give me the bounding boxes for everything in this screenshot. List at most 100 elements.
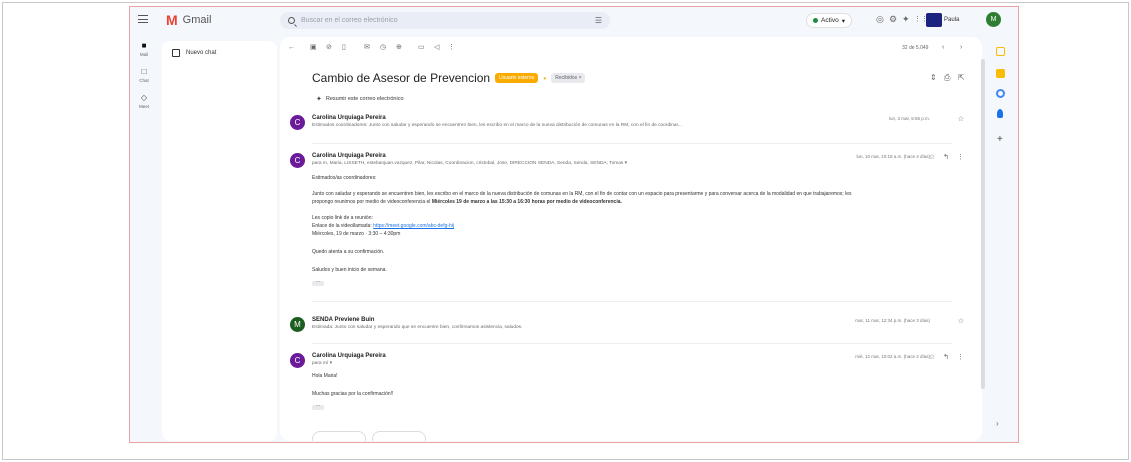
message-expanded: C Carolina Urquiaga Pereira para m, Mari… — [290, 153, 970, 295]
meeting-link-row: Enlace de la videollamada: https://meet.… — [312, 223, 454, 229]
sender-avatar: C — [290, 115, 305, 130]
report-spam-icon[interactable]: ⊘ — [326, 44, 332, 52]
message-snippet: Estimada: Junto con saludar y esperando … — [312, 325, 523, 330]
thread-toolbar: ← ▣ ⊘ ▯ ✉ ◷ ⊕ ▭ ◁ ⋮ 32 de 5.049 ‹ › — [280, 37, 982, 59]
thread-panel: ← ▣ ⊘ ▯ ✉ ◷ ⊕ ▭ ◁ ⋮ 32 de 5.049 ‹ › Camb… — [280, 37, 982, 441]
account-avatar[interactable]: M — [986, 12, 1001, 27]
star-icon[interactable]: ☆ — [958, 115, 964, 123]
settings-gear-icon[interactable]: ⚙ — [889, 15, 897, 24]
gmail-logo-mark: M — [166, 12, 178, 28]
move-to-icon[interactable]: ▭ — [418, 44, 425, 52]
message-recipients[interactable]: para mí ▾ — [312, 361, 332, 366]
new-chat-button[interactable]: Nuevo chat — [172, 49, 216, 57]
print-icon[interactable]: ⎙ — [944, 73, 950, 83]
prev-thread-icon[interactable]: ‹ — [942, 44, 944, 52]
body-closing-2: Saludos y buen inicio de semana. — [312, 267, 387, 273]
account-name: Paula — [944, 17, 960, 23]
message-actions: ☆ ↰ ⋮ — [929, 353, 964, 361]
message-collapsed[interactable]: M SENDA Previene Buin Estimada: Junto co… — [290, 317, 970, 337]
gmail-window: M Gmail Buscar en el correo electrónico … — [129, 6, 1019, 443]
rail-item-mail[interactable]: ■ Mail — [130, 41, 158, 67]
expand-panel-icon[interactable]: › — [996, 419, 999, 428]
more-vert-icon[interactable]: ⋮ — [957, 353, 964, 361]
star-icon[interactable]: ☆ — [929, 153, 935, 161]
main-menu-icon[interactable] — [138, 15, 148, 23]
contacts-icon[interactable] — [997, 109, 1003, 118]
top-bar: M Gmail Buscar en el correo electrónico … — [130, 7, 1018, 33]
next-thread-icon[interactable]: › — [960, 44, 962, 52]
show-trimmed-button[interactable]: ··· — [312, 404, 324, 410]
keep-icon[interactable] — [996, 69, 1005, 78]
expand-all-icon[interactable]: ⇕ — [930, 73, 937, 82]
chat-sidebar: Nuevo chat — [162, 41, 277, 441]
new-chat-icon — [172, 49, 180, 57]
back-arrow-icon[interactable]: ← — [288, 44, 295, 52]
sender-avatar: C — [290, 153, 305, 168]
message-actions: ☆ ↰ ⋮ — [929, 153, 964, 161]
search-input[interactable]: Buscar en el correo electrónico — [301, 17, 589, 24]
meet-icon: ◇ — [140, 93, 148, 102]
chat-icon: □ — [141, 67, 147, 76]
star-icon[interactable]: ☆ — [929, 353, 935, 361]
thread-position: 32 de 5.049 — [902, 45, 929, 51]
label-inbox[interactable]: Recibidos × — [551, 73, 586, 83]
help-icon[interactable]: ◎ — [876, 15, 884, 24]
message-date: mié, 12 mar, 10:02 a.m. (hace 2 días) — [855, 354, 930, 359]
snooze-icon[interactable]: ◷ — [380, 44, 386, 52]
rail-item-meet[interactable]: ◇ Meet — [130, 93, 158, 119]
label-separator-icon: • — [543, 73, 547, 83]
archive-icon[interactable]: ▣ — [310, 44, 317, 52]
search-options-icon[interactable]: ☰ — [595, 16, 602, 25]
body-meeting-date: Miércoles 19 de marzo a las 15:30 a 16:3… — [431, 199, 622, 205]
more-options-icon[interactable]: ⋮ — [448, 44, 455, 52]
reply-button[interactable] — [312, 431, 366, 441]
mark-unread-icon[interactable]: ✉ — [364, 44, 370, 52]
label-external-user[interactable]: Usuario externo — [495, 73, 539, 83]
status-label: Activo — [821, 17, 839, 24]
show-trimmed-button[interactable]: ··· — [312, 280, 324, 286]
sender-name: SENDA Previene Buin — [312, 317, 375, 323]
star-icon[interactable]: ☆ — [958, 317, 964, 325]
org-logo-icon — [926, 13, 942, 27]
sender-avatar: M — [290, 317, 305, 332]
open-new-window-icon[interactable]: ⇱ — [958, 73, 965, 82]
label-icon[interactable]: ◁ — [434, 44, 439, 52]
gmail-logo[interactable]: M Gmail — [166, 13, 211, 27]
delete-icon[interactable]: ▯ — [342, 44, 346, 52]
add-addon-icon[interactable]: + — [997, 135, 1003, 145]
thread-scrollbar[interactable] — [981, 59, 985, 389]
summarize-button[interactable]: ✦ Resumir este correo electrónico — [316, 95, 404, 103]
rail-label-chat: Chat — [139, 78, 149, 83]
gmail-logo-text: Gmail — [182, 14, 212, 26]
account-org-badge[interactable]: Paula — [926, 12, 959, 28]
search-icon[interactable] — [288, 17, 295, 24]
subject-row: Cambio de Asesor de Prevencion Usuario e… — [312, 71, 586, 85]
status-selector[interactable]: Activo ▾ — [806, 13, 852, 28]
message-actions: ☆ — [958, 115, 964, 123]
message-collapsed[interactable]: C Carolina Urquiaga Pereira Estimados co… — [290, 115, 970, 135]
message-snippet: Estimados coordinadores: Junto con salud… — [312, 123, 682, 128]
message-actions: ☆ — [958, 317, 964, 325]
app-rail: ■ Mail □ Chat ◇ Meet — [130, 41, 158, 119]
meeting-link[interactable]: https://meet.google.com/abc-defg-hij — [373, 223, 454, 229]
thread-subject: Cambio de Asesor de Prevencion — [312, 71, 491, 85]
search-bar[interactable]: Buscar en el correo electrónico ☰ — [280, 12, 610, 29]
message-divider — [312, 301, 952, 302]
body-paragraph-2-start: propongo reunirnos por medio de videocon… — [312, 199, 431, 205]
reply-icon[interactable]: ↰ — [943, 353, 949, 361]
more-vert-icon[interactable]: ⋮ — [957, 153, 964, 161]
forward-button[interactable] — [372, 431, 426, 441]
tasks-icon[interactable] — [996, 89, 1005, 98]
sender-avatar: C — [290, 353, 305, 368]
add-task-icon[interactable]: ⊕ — [396, 44, 402, 52]
meeting-link-label: Enlace de la videollamada: — [312, 223, 372, 229]
message-recipients[interactable]: para m, Maria, LISSETH, estebanjuan.vazq… — [312, 161, 627, 166]
body-greeting: Hola Maria! — [312, 373, 338, 379]
sender-name: Carolina Urquiaga Pereira — [312, 115, 386, 121]
chevron-down-icon: ▾ — [841, 17, 845, 25]
reply-icon[interactable]: ↰ — [943, 153, 949, 161]
body-paragraph-1: Junto con saludar y esperando se encuent… — [312, 191, 852, 197]
rail-item-chat[interactable]: □ Chat — [130, 67, 158, 93]
calendar-icon[interactable] — [996, 47, 1005, 56]
gemini-sparkle-icon[interactable]: ✦ — [902, 15, 910, 24]
